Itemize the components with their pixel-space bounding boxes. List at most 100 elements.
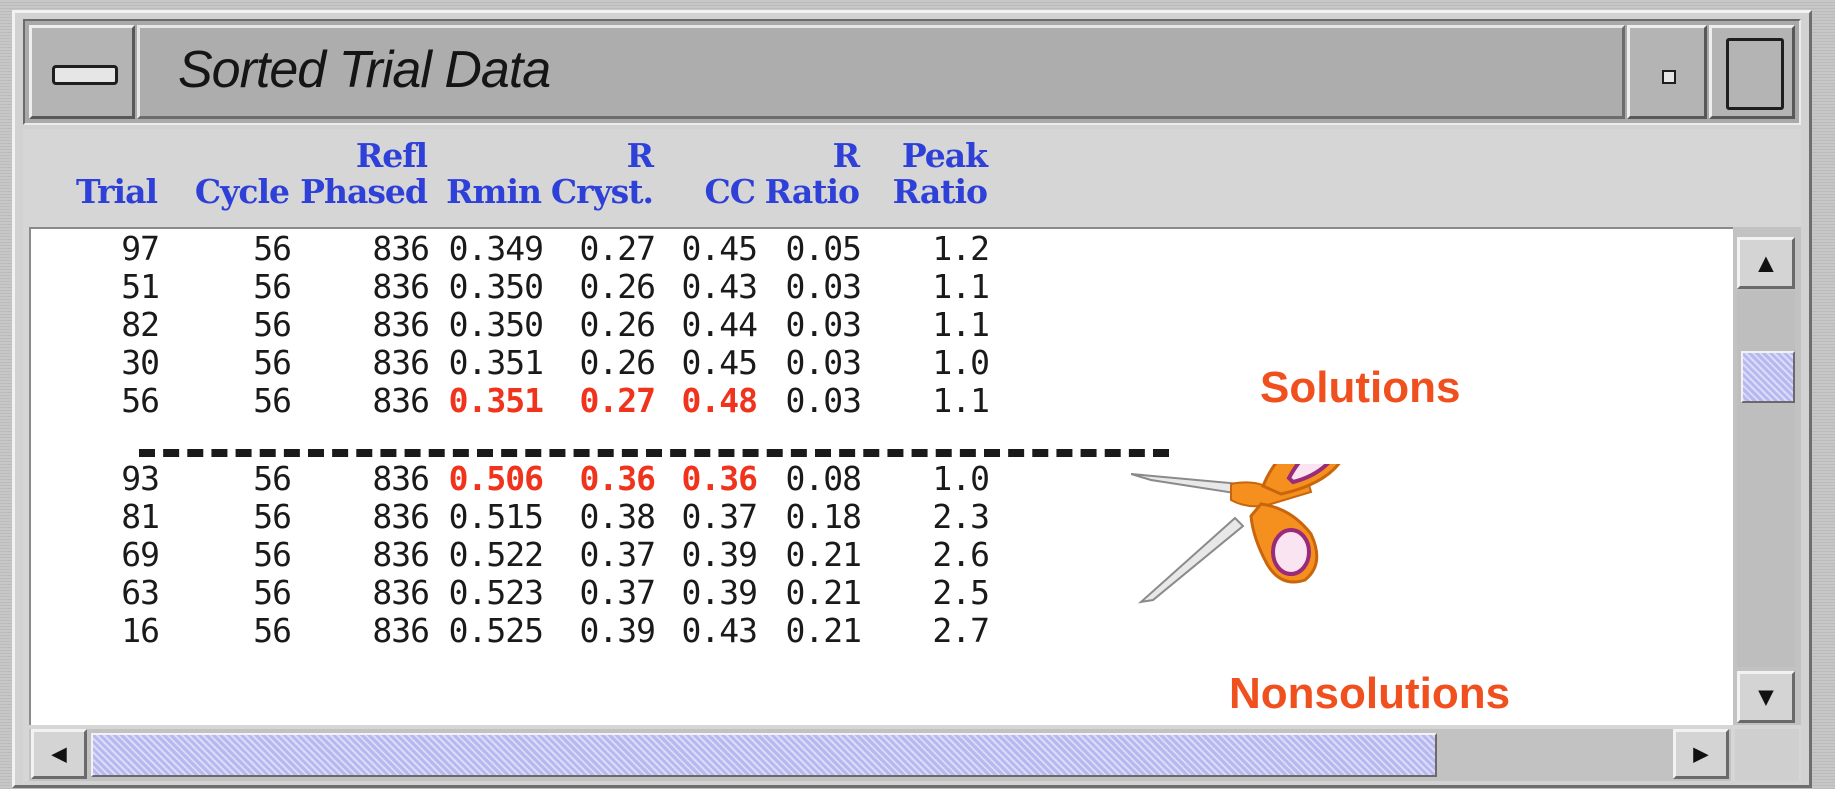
- cell-rmin: 0.351: [448, 381, 544, 420]
- cell-peak-ratio: 2.5: [932, 573, 990, 612]
- maximize-icon: [1726, 38, 1784, 110]
- column-header-r-cryst-line1[interactable]: R: [627, 137, 654, 175]
- cell-trial: 51: [121, 267, 160, 306]
- horizontal-scrollbar[interactable]: ◀ ▶: [29, 729, 1731, 781]
- horizontal-scroll-thumb[interactable]: [91, 733, 1437, 777]
- title-bar: Sorted Trial Data: [23, 19, 1801, 125]
- cell-cc: 0.44: [681, 305, 758, 344]
- cell-cc: 0.37: [681, 497, 758, 536]
- column-header-trial-line2[interactable]: Trial: [76, 173, 158, 211]
- cell-refl-phased: 836: [372, 573, 430, 612]
- column-header-refl-phased-line1[interactable]: Refl: [356, 137, 428, 175]
- scroll-left-button[interactable]: ◀: [31, 729, 87, 779]
- cell-cycle: 56: [253, 573, 292, 612]
- cell-rmin: 0.349: [448, 229, 544, 268]
- maximize-button[interactable]: [1709, 25, 1795, 119]
- minimize-button[interactable]: [1627, 25, 1707, 119]
- cell-cc: 0.43: [681, 267, 758, 306]
- scissors-icon: [1131, 464, 1341, 604]
- cell-peak-ratio: 1.1: [932, 381, 990, 420]
- cell-trial: 93: [121, 459, 160, 498]
- column-header-refl-phased-line2[interactable]: Phased: [300, 173, 428, 211]
- column-header-r-cryst-line2[interactable]: Cryst.: [551, 173, 654, 211]
- cell-peak-ratio: 2.6: [932, 535, 990, 574]
- cell-refl-phased: 836: [372, 267, 430, 306]
- column-header-peak-ratio-line2[interactable]: Ratio: [893, 173, 988, 211]
- cell-rmin: 0.523: [448, 573, 544, 612]
- vertical-scroll-track[interactable]: [1737, 291, 1795, 667]
- cell-trial: 16: [121, 611, 160, 650]
- cell-r-cryst: 0.27: [579, 381, 656, 420]
- window-menu-button[interactable]: [29, 25, 135, 119]
- cell-peak-ratio: 1.1: [932, 305, 990, 344]
- sorted-trial-data-window: Sorted Trial Data Trial Cycle Refl Phased Rm…: [12, 10, 1812, 788]
- cell-r-ratio: 0.08: [785, 459, 862, 498]
- solution-cutoff-line: [139, 449, 1169, 457]
- cell-refl-phased: 836: [372, 343, 430, 382]
- cell-rmin: 0.506: [448, 459, 544, 498]
- column-header-cycle-line2[interactable]: Cycle: [195, 173, 290, 211]
- cell-r-ratio: 0.21: [785, 535, 862, 574]
- nonsolutions-label: Nonsolutions: [1229, 669, 1511, 718]
- cell-refl-phased: 836: [372, 497, 430, 536]
- cell-refl-phased: 836: [372, 459, 430, 498]
- cell-r-ratio: 0.05: [785, 229, 862, 268]
- solutions-label: Solutions: [1260, 363, 1461, 412]
- table-row[interactable]: 16 56 836 0.525 0.39 0.43 0.21 2.7: [31, 611, 1031, 651]
- cell-cycle: 56: [253, 267, 292, 306]
- cell-trial: 30: [121, 343, 160, 382]
- table-row[interactable]: 81 56 836 0.515 0.38 0.37 0.18 2.3: [31, 497, 1031, 537]
- table-row[interactable]: 82 56 836 0.350 0.26 0.44 0.03 1.1: [31, 305, 1031, 345]
- column-header-peak-ratio-line1[interactable]: Peak: [902, 137, 988, 175]
- cell-r-ratio: 0.18: [785, 497, 862, 536]
- table-row[interactable]: 93 56 836 0.506 0.36 0.36 0.08 1.0: [31, 459, 1031, 499]
- table-row[interactable]: 51 56 836 0.350 0.26 0.43 0.03 1.1: [31, 267, 1031, 307]
- table-row[interactable]: 30 56 836 0.351 0.26 0.45 0.03 1.0: [31, 343, 1031, 383]
- cell-peak-ratio: 2.3: [932, 497, 990, 536]
- cell-cycle: 56: [253, 305, 292, 344]
- cell-r-cryst: 0.26: [579, 305, 656, 344]
- cell-r-cryst: 0.26: [579, 343, 656, 382]
- cell-cc: 0.45: [681, 229, 758, 268]
- cell-r-ratio: 0.03: [785, 381, 862, 420]
- cell-trial: 81: [121, 497, 160, 536]
- column-header: Trial Cycle Refl Phased Rmin R Cryst. CC R Ratio P…: [23, 129, 1801, 227]
- table-row[interactable]: 97 56 836 0.349 0.27 0.45 0.05 1.2: [31, 229, 1031, 269]
- table-row[interactable]: 69 56 836 0.522 0.37 0.39 0.21 2.6: [31, 535, 1031, 575]
- column-header-r-ratio-line2[interactable]: Ratio: [765, 173, 860, 211]
- table-row[interactable]: 63 56 836 0.523 0.37 0.39 0.21 2.5: [31, 573, 1031, 613]
- cell-refl-phased: 836: [372, 381, 430, 420]
- cell-cc: 0.48: [681, 381, 758, 420]
- cell-r-cryst: 0.26: [579, 267, 656, 306]
- scroll-right-button[interactable]: ▶: [1673, 729, 1729, 779]
- trial-list[interactable]: Solutions Nonsolutions 97 56 836 0.349 0.27 0…: [29, 227, 1733, 725]
- scroll-down-button[interactable]: ▼: [1737, 671, 1795, 723]
- cell-refl-phased: 836: [372, 611, 430, 650]
- scroll-up-button[interactable]: ▲: [1737, 237, 1795, 289]
- cell-rmin: 0.350: [448, 305, 544, 344]
- cell-r-cryst: 0.38: [579, 497, 656, 536]
- cell-rmin: 0.351: [448, 343, 544, 382]
- cell-trial: 56: [121, 381, 160, 420]
- cell-cc: 0.39: [681, 535, 758, 574]
- cell-r-ratio: 0.03: [785, 343, 862, 382]
- column-header-cc-line2[interactable]: CC: [704, 173, 756, 211]
- cell-r-ratio: 0.03: [785, 267, 862, 306]
- cell-peak-ratio: 1.1: [932, 267, 990, 306]
- cell-r-ratio: 0.21: [785, 611, 862, 650]
- title-drag-area[interactable]: Sorted Trial Data: [137, 25, 1625, 119]
- column-header-r-ratio-line1[interactable]: R: [833, 137, 860, 175]
- vertical-scrollbar[interactable]: ▲ ▼: [1733, 227, 1801, 725]
- cell-cc: 0.36: [681, 459, 758, 498]
- cell-rmin: 0.522: [448, 535, 544, 574]
- scrollbar-corner: [1735, 729, 1799, 781]
- vertical-scroll-thumb[interactable]: [1741, 351, 1795, 403]
- cell-cycle: 56: [253, 535, 292, 574]
- cell-peak-ratio: 1.2: [932, 229, 990, 268]
- column-header-rmin-line2[interactable]: Rmin: [446, 173, 542, 211]
- cell-rmin: 0.515: [448, 497, 544, 536]
- cell-refl-phased: 836: [372, 305, 430, 344]
- cell-r-cryst: 0.37: [579, 535, 656, 574]
- cell-refl-phased: 836: [372, 535, 430, 574]
- table-row[interactable]: 56 56 836 0.351 0.27 0.48 0.03 1.1: [31, 381, 1031, 421]
